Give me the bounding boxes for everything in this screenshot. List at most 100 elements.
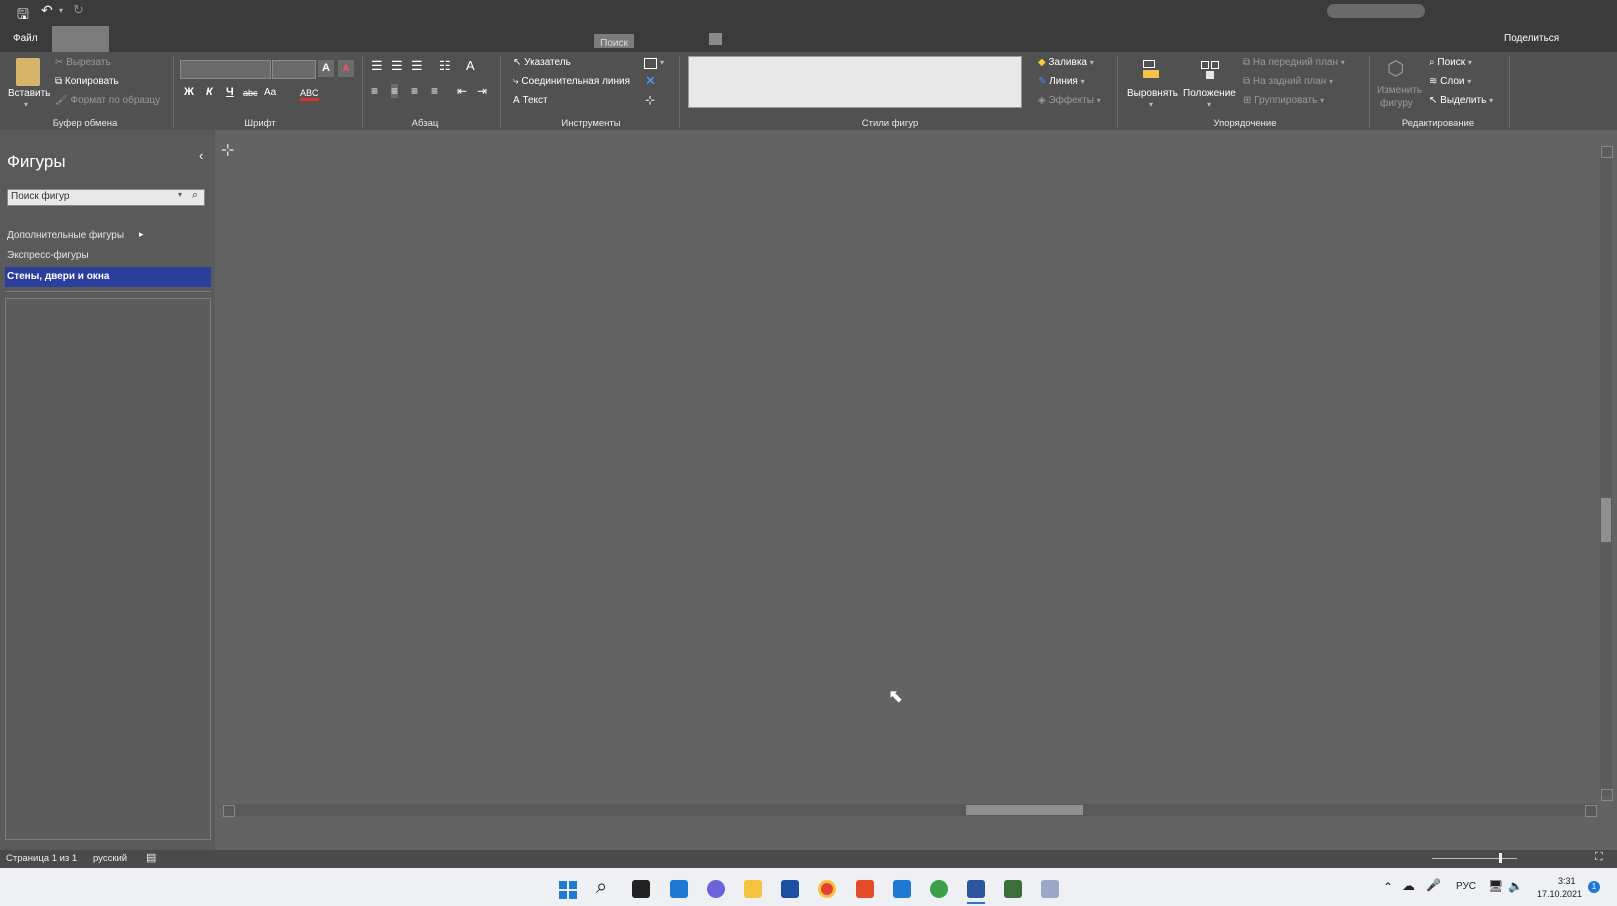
scroll-up-icon[interactable] — [1601, 146, 1613, 158]
account-area[interactable] — [1327, 4, 1425, 18]
text-tool-button[interactable]: A Текст — [513, 95, 548, 106]
change-shape-label-2[interactable]: фигуру — [1380, 98, 1413, 109]
save-icon[interactable]: 🖫 — [17, 4, 29, 28]
align-shapes-icon[interactable] — [1141, 58, 1163, 84]
redo-icon[interactable]: ↻ — [73, 2, 84, 18]
connection-point-icon[interactable]: ⊹ — [645, 93, 655, 107]
microphone-icon[interactable]: 🎤 — [1426, 878, 1441, 892]
send-to-back-button[interactable]: ⧉ На задний план ▾ — [1243, 76, 1333, 87]
vertical-scroll-thumb[interactable] — [1601, 498, 1611, 542]
grow-font-button[interactable]: A — [318, 60, 334, 77]
pointer-tool-button[interactable]: ↖ Указатель — [513, 57, 571, 68]
chevron-down-icon[interactable]: ▾ — [178, 190, 182, 199]
close-icon[interactable]: ✕ — [645, 73, 656, 89]
share-button[interactable]: Поделиться — [1504, 26, 1559, 52]
task-view-icon[interactable] — [632, 880, 650, 898]
paste-dropdown-icon[interactable]: ▾ — [24, 100, 28, 109]
align-center-icon[interactable]: ≡ — [391, 84, 399, 98]
drawing-canvas[interactable]: ⊹ ⬉ — [215, 130, 1600, 850]
format-painter-button[interactable]: 🖌 Формат по образцу — [55, 95, 160, 106]
line-button[interactable]: ✎ Линия ▾ — [1038, 76, 1085, 87]
effects-button[interactable]: ◈ Эффекты ▾ — [1038, 95, 1101, 106]
underline-button[interactable]: Ч — [226, 86, 234, 98]
chevron-right-icon[interactable]: ▸ — [139, 229, 144, 240]
bullets-icon[interactable]: ☷ — [439, 58, 451, 74]
position-icon[interactable] — [1198, 58, 1222, 84]
tab-search[interactable]: Поиск — [594, 34, 634, 48]
ruler-corner-icon[interactable]: ⊹ — [221, 140, 234, 160]
align-button[interactable]: Выровнять — [1127, 88, 1178, 99]
align-top-icon[interactable]: ☰ — [371, 58, 383, 74]
align-right-icon[interactable]: ≡ — [411, 84, 418, 98]
cloud-icon[interactable]: ☁ — [1402, 878, 1415, 894]
strikethrough-button[interactable]: abc — [243, 88, 258, 98]
font-size-input[interactable] — [272, 60, 316, 79]
italic-button[interactable]: К — [206, 86, 213, 98]
chevron-up-icon[interactable]: ⌃ — [1383, 880, 1393, 894]
bold-button[interactable]: Ж — [184, 86, 194, 98]
stencil-walls-item[interactable]: Стены, двери и окна — [5, 267, 211, 287]
app-blue-icon[interactable] — [893, 880, 911, 898]
shape-styles-gallery[interactable] — [688, 56, 1022, 108]
torrent-icon[interactable] — [930, 880, 948, 898]
rectangle-dropdown-icon[interactable]: ▾ — [660, 58, 664, 67]
align-middle-icon[interactable]: ☰ — [391, 58, 403, 74]
justify-icon[interactable]: ≡ — [431, 84, 438, 98]
visio-icon[interactable] — [967, 880, 985, 898]
notification-badge[interactable]: 1 — [1588, 881, 1600, 893]
zoom-slider[interactable] — [1432, 858, 1517, 859]
app-green-icon[interactable] — [1004, 880, 1022, 898]
change-shape-icon[interactable]: ⬡ — [1387, 56, 1404, 81]
chrome-icon[interactable] — [818, 880, 836, 898]
bring-to-front-button[interactable]: ⧉ На передний план ▾ — [1243, 57, 1345, 68]
align-left-icon[interactable]: ≡ — [371, 84, 378, 98]
input-language[interactable]: РУС — [1456, 881, 1476, 892]
undo-icon[interactable]: ↶ — [41, 2, 53, 19]
tab-active[interactable] — [52, 26, 109, 52]
horizontal-scroll-thumb[interactable] — [966, 805, 1083, 815]
select-button[interactable]: ↖ Выделить ▾ — [1429, 95, 1493, 106]
quick-shapes-item[interactable]: Экспресс-фигуры — [7, 250, 89, 261]
page-indicator[interactable]: Страница 1 из 1 — [6, 853, 77, 864]
increase-indent-icon[interactable]: ⇥ — [477, 84, 487, 98]
layers-button[interactable]: ≋ Слои ▾ — [1429, 76, 1471, 87]
tab-file[interactable]: Файл — [13, 26, 38, 52]
font-color-button[interactable]: ABC — [300, 88, 319, 101]
fit-page-icon[interactable]: ⛶ — [1595, 851, 1603, 864]
scroll-down-icon[interactable] — [1601, 789, 1613, 801]
rectangle-tool-icon[interactable] — [644, 58, 657, 69]
cut-button[interactable]: ✂ Вырезать — [55, 57, 111, 68]
zoom-slider-thumb[interactable] — [1499, 853, 1502, 863]
scroll-right-icon[interactable] — [1585, 805, 1597, 817]
windows-start-icon[interactable] — [559, 881, 577, 899]
chat-icon[interactable] — [707, 880, 725, 898]
paste-button[interactable]: Вставить — [8, 88, 50, 99]
font-name-input[interactable] — [180, 60, 271, 79]
file-explorer-icon[interactable] — [744, 880, 762, 898]
change-shape-label-1[interactable]: Изменить — [1377, 85, 1422, 96]
align-bottom-icon[interactable]: ☰ — [411, 58, 423, 74]
text-direction-icon[interactable]: A — [466, 58, 475, 73]
group-button[interactable]: ⊞ Группировать ▾ — [1243, 95, 1324, 106]
macro-icon[interactable]: ▤ — [146, 851, 156, 864]
photos-icon[interactable] — [1041, 880, 1059, 898]
volume-icon[interactable]: 🔈 — [1508, 879, 1523, 893]
network-icon[interactable]: 🖥 — [1488, 879, 1503, 893]
copy-button[interactable]: ⧉ Копировать — [55, 76, 119, 87]
shrink-font-button[interactable]: A — [338, 60, 354, 77]
language-indicator[interactable]: русский — [93, 853, 127, 864]
position-button[interactable]: Положение — [1183, 88, 1236, 99]
shape-search-box[interactable]: Поиск фигур ▾ ⌕ — [7, 189, 205, 206]
scroll-left-icon[interactable] — [223, 805, 235, 817]
paste-icon[interactable] — [16, 58, 40, 86]
clock-date[interactable]: 17.10.2021 — [1537, 889, 1582, 899]
more-shapes-item[interactable]: Дополнительные фигуры — [7, 230, 124, 241]
tab-tool-icon[interactable] — [709, 33, 722, 45]
undo-dropdown-icon[interactable]: ▾ — [59, 6, 63, 15]
store-icon[interactable] — [781, 880, 799, 898]
find-button[interactable]: ⌕ Поиск ▾ — [1429, 57, 1472, 68]
search-icon[interactable]: ⌕ — [192, 189, 198, 202]
vertical-scrollbar[interactable] — [1600, 146, 1613, 801]
decrease-indent-icon[interactable]: ⇤ — [457, 84, 467, 98]
office-icon[interactable] — [856, 880, 874, 898]
